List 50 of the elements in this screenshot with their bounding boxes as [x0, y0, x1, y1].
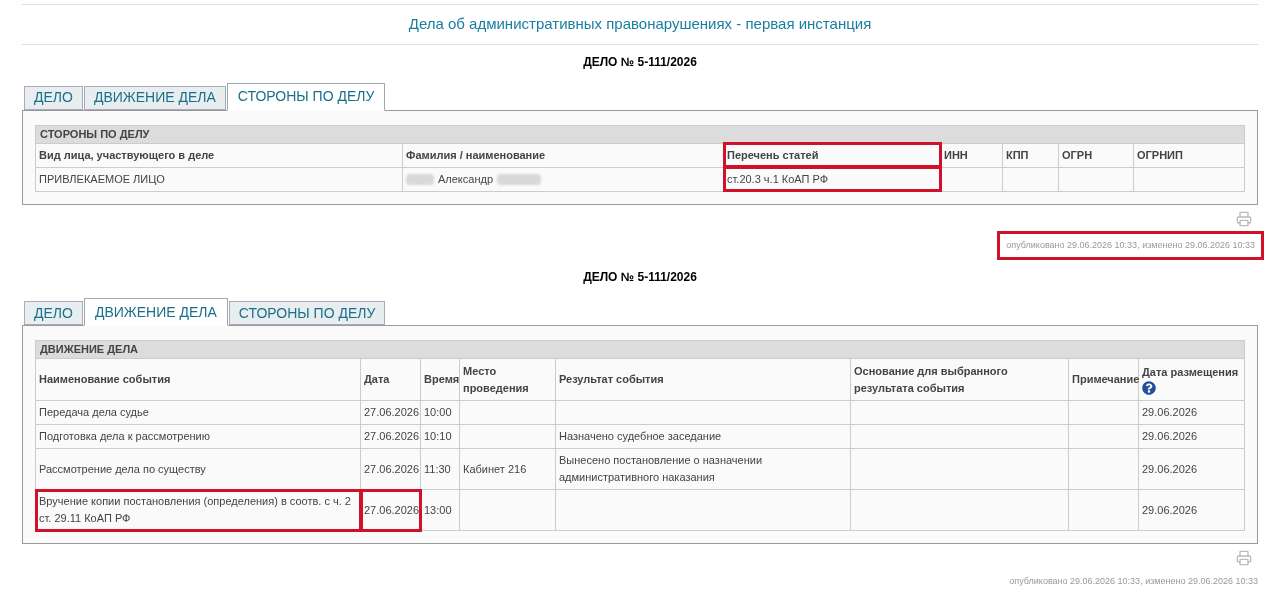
column-header: Основание для выбранного результата события [850, 358, 1069, 401]
column-header: ОГРНИП [1133, 143, 1245, 167]
help-icon[interactable] [1142, 381, 1156, 395]
column-header: Примечание [1068, 358, 1139, 401]
column-header: Дата [360, 358, 421, 401]
tab[interactable]: ДВИЖЕНИЕ ДЕЛА [83, 85, 226, 110]
table-cell: 10:10 [420, 424, 460, 449]
case-heading: ДЕЛО № 5-111/2026 [583, 269, 697, 286]
table-cell: ст.20.3 ч.1 КоАП РФ [723, 167, 941, 191]
table-cell: 27.06.2026 [360, 424, 421, 449]
table-cell: Подготовка дела к рассмотрению [35, 424, 361, 449]
case-heading: ДЕЛО № 5-111/2026 [583, 53, 697, 71]
table-cell: 29.06.2026 [1138, 424, 1245, 449]
published-info: опубликовано 29.06.2026 10:33, изменено 29.06.2026 10:33 [997, 230, 1264, 260]
column-header: Наименование события [35, 358, 361, 401]
column-header: Время [420, 358, 460, 401]
table-cell: Вручение копии постановления (определения) в соотв. с ч. 2 ст. 29.11 КоАП РФ [35, 489, 361, 531]
table-cell: Рассмотрение дела по существу [35, 448, 361, 490]
table-cell: Назначено судебное заседание [555, 424, 851, 449]
tab[interactable]: СТОРОНЫ ПО ДЕЛУ [226, 82, 386, 111]
column-header: Место проведения [459, 358, 556, 401]
table-cell: 27.06.2026 [360, 489, 421, 531]
table-cell: 10:00 [420, 400, 460, 425]
tab[interactable]: ДЕЛО [24, 301, 83, 325]
table-cell: Вынесено постановление о назначении административного наказания [555, 448, 851, 490]
table-cell: ПРИВЛЕКАЕМОЕ ЛИЦО [35, 167, 403, 191]
column-header: Дата размещения [1138, 358, 1245, 401]
table-cell: 11:30 [420, 448, 460, 490]
column-header: Вид лица, участвующего в деле [35, 143, 403, 167]
table-cell: Кабинет 216 [459, 448, 556, 490]
tab[interactable]: ДВИЖЕНИЕ ДЕЛА [83, 298, 228, 326]
table-cell: 29.06.2026 [1138, 489, 1245, 531]
published-info: опубликовано 29.06.2026 10:33, изменено 29.06.2026 10:33 [1008, 575, 1259, 588]
table-cell: 27.06.2026 [360, 400, 421, 425]
column-header: КПП [1002, 143, 1059, 167]
table-cell: 29.06.2026 [1138, 448, 1245, 490]
column-header: ОГРН [1058, 143, 1134, 167]
print-icon[interactable] [1236, 550, 1252, 566]
table-cell: 13:00 [420, 489, 460, 531]
print-icon[interactable] [1236, 210, 1252, 227]
table-cell: 29.06.2026 [1138, 400, 1245, 425]
tab[interactable]: ДЕЛО [24, 85, 83, 110]
column-header: Результат события [555, 358, 851, 401]
column-header: Перечень статей [723, 143, 941, 167]
page-title: Дела об административных правонарушениях - первая инстанция [408, 14, 872, 34]
column-header: ИНН [940, 143, 1003, 167]
table-caption: ДВИЖЕНИЕ ДЕЛА [35, 340, 1245, 359]
table-caption: СТОРОНЫ ПО ДЕЛУ [35, 125, 1245, 143]
table-cell: Передача дела судье [35, 400, 361, 425]
tab[interactable]: СТОРОНЫ ПО ДЕЛУ [228, 301, 386, 325]
